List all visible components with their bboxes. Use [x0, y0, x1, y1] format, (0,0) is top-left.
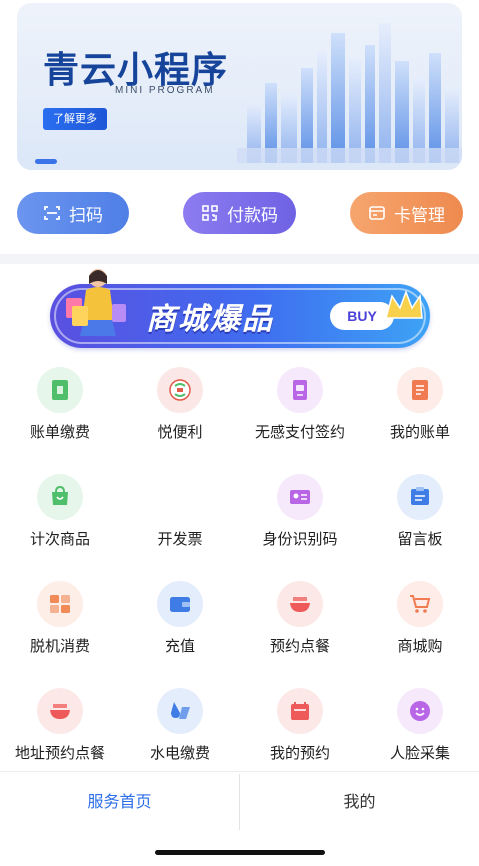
banner-subtitle: MINI PROGRAM [115, 85, 215, 96]
count-goods-icon [37, 474, 83, 520]
service-label: 开发票 [157, 530, 203, 548]
contactless-sign-icon [277, 367, 323, 413]
my-bill-icon [397, 367, 443, 413]
offline-pay-icon [37, 581, 83, 627]
card-management-label: 卡管理 [394, 205, 445, 226]
service-item[interactable]: 身份识别码 [240, 474, 360, 564]
water-electric-icon [157, 688, 203, 734]
service-label: 人脸采集 [389, 744, 450, 762]
service-item[interactable]: 人脸采集 [360, 688, 479, 778]
service-item[interactable]: 无感支付签约 [240, 367, 360, 457]
scan-label: 扫码 [69, 205, 103, 226]
bowl-icon [37, 688, 83, 734]
mall-banner-title: 商城爆品 [146, 302, 274, 337]
service-item[interactable]: 充值 [120, 581, 240, 671]
bottom-tab-bar: 服务首页 我的 [0, 771, 479, 831]
crown-icon [385, 289, 423, 319]
mall-hot-products-banner[interactable]: 商城爆品 BUY [50, 269, 430, 348]
card-management-button[interactable]: 卡管理 [350, 192, 463, 234]
service-label: 商城购 [397, 637, 443, 655]
service-label: 水电缴费 [149, 744, 210, 762]
tab-service-home[interactable]: 服务首页 [0, 772, 239, 832]
service-item[interactable]: 地址预约点餐 [0, 688, 120, 778]
service-item[interactable]: 留言板 [360, 474, 479, 564]
service-item[interactable]: 脱机消费 [0, 581, 120, 671]
service-label: 账单缴费 [29, 423, 90, 441]
service-item[interactable]: 计次商品 [0, 474, 120, 564]
service-item[interactable]: 我的账单 [360, 367, 479, 457]
service-label: 我的账单 [389, 423, 450, 441]
bill-icon [37, 367, 83, 413]
learn-more-button[interactable]: 了解更多 [43, 108, 107, 130]
payment-code-label: 付款码 [227, 205, 278, 226]
service-item[interactable]: 商城购 [360, 581, 479, 671]
home-indicator [155, 850, 325, 855]
id-code-icon [277, 474, 323, 520]
service-item[interactable]: 开发票 [120, 474, 240, 564]
yue-convenience-icon [157, 367, 203, 413]
qrcode-icon [202, 205, 218, 221]
shopping-girl-illustration [66, 269, 126, 336]
section-divider [0, 254, 479, 264]
service-item[interactable]: 我的预约 [240, 688, 360, 778]
scan-icon [44, 206, 60, 220]
service-item[interactable]: 水电缴费 [120, 688, 240, 778]
service-label: 悦便利 [157, 423, 203, 441]
scan-button[interactable]: 扫码 [17, 192, 129, 234]
service-label: 我的预约 [269, 744, 330, 762]
cart-icon [397, 581, 443, 627]
card-icon [369, 206, 385, 220]
service-label: 地址预约点餐 [14, 744, 105, 762]
promo-banner[interactable]: 青云小程序 MINI PROGRAM 了解更多 [17, 3, 462, 170]
tab-mine[interactable]: 我的 [240, 772, 479, 832]
service-item[interactable]: 预约点餐 [240, 581, 360, 671]
face-icon [397, 688, 443, 734]
city-skyline-illustration [237, 23, 462, 163]
message-board-icon [397, 474, 443, 520]
service-label: 无感支付签约 [254, 423, 345, 441]
service-item[interactable]: 悦便利 [120, 367, 240, 457]
service-label: 脱机消费 [29, 637, 90, 655]
service-label: 预约点餐 [269, 637, 330, 655]
service-label: 留言板 [397, 530, 443, 548]
reservation-icon [277, 688, 323, 734]
service-item[interactable]: 账单缴费 [0, 367, 120, 457]
service-label: 计次商品 [29, 530, 90, 548]
wallet-icon [157, 581, 203, 627]
bowl-icon [277, 581, 323, 627]
carousel-indicator-active [35, 159, 57, 164]
service-label: 身份识别码 [262, 530, 338, 548]
payment-code-button[interactable]: 付款码 [183, 192, 296, 234]
service-label: 充值 [164, 637, 195, 655]
